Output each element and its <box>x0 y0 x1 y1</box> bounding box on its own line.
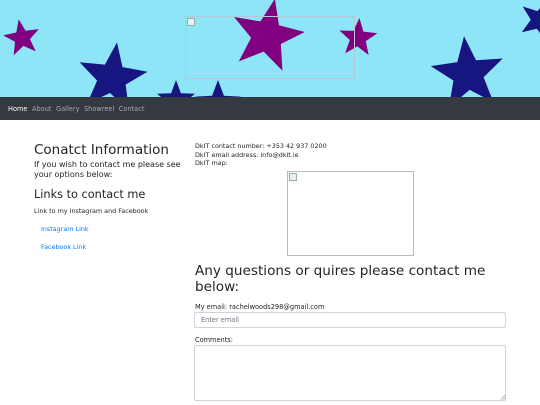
questions-heading: Any questions or quires please contact m… <box>195 263 486 295</box>
broken-image-icon <box>187 18 195 26</box>
nav-contact-link[interactable]: Contact <box>119 105 145 113</box>
star-shape <box>3 19 39 56</box>
nav-home-link[interactable]: Home <box>8 105 27 113</box>
links-subtext: Link to my Instagram and Facebook <box>34 207 149 215</box>
instagram-link[interactable]: Instagram Link <box>41 225 184 233</box>
star-shape <box>430 36 503 97</box>
dkit-map-label: DkIT map: <box>195 159 228 168</box>
main-navbar: Home About Gallery Showreel Contact <box>0 97 540 120</box>
star-shape <box>79 42 148 97</box>
star-shape <box>521 6 540 33</box>
dkit-email-text: DkIT email address: info@dkit.ie <box>195 150 299 159</box>
resize-grip-icon[interactable] <box>500 394 506 400</box>
star-shape <box>195 80 241 97</box>
contact-info-heading: Conatct Information <box>34 142 169 158</box>
nav-about-link[interactable]: About <box>32 105 52 113</box>
dkit-map-embed[interactable] <box>287 171 414 256</box>
email-input[interactable] <box>194 312 506 328</box>
contact-intro-text: If you wish to contact me please see you… <box>34 160 181 179</box>
dkit-phone-text: DkIT contact number: +353 42 937 0200 <box>195 142 327 150</box>
facebook-link[interactable]: Facebook Link <box>41 243 184 251</box>
nav-showreel-link[interactable]: Showreel <box>84 105 114 113</box>
comments-textarea[interactable] <box>194 345 506 401</box>
nav-gallery-link[interactable]: Gallery <box>56 105 79 113</box>
comments-label: Comments: <box>195 336 233 344</box>
header-banner <box>0 0 540 97</box>
broken-image-icon <box>289 173 297 181</box>
links-heading: Links to contact me <box>34 188 146 201</box>
banner-image-placeholder <box>185 16 355 79</box>
contact-sidebar: Conatct Information If you wish to conta… <box>34 142 184 251</box>
dkit-details: DkIT contact number: +353 42 937 0200 Dk… <box>195 142 510 256</box>
email-label: My email: rachelwoods298@gmail.com <box>195 303 325 311</box>
star-shape <box>157 80 195 97</box>
